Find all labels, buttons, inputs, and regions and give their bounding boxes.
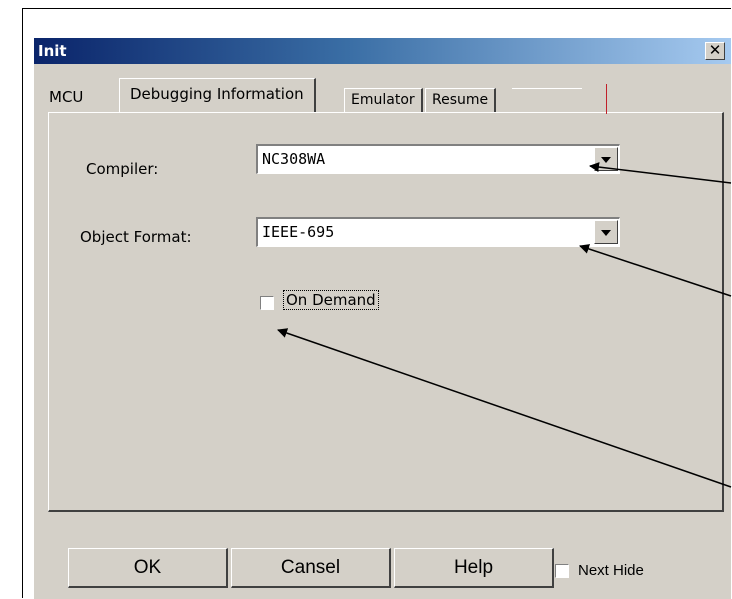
arrow-to-object-format (579, 244, 732, 297)
annotation-arrows (277, 162, 732, 488)
arrow-to-on-demand (277, 328, 732, 488)
arrow-to-compiler (589, 162, 732, 184)
